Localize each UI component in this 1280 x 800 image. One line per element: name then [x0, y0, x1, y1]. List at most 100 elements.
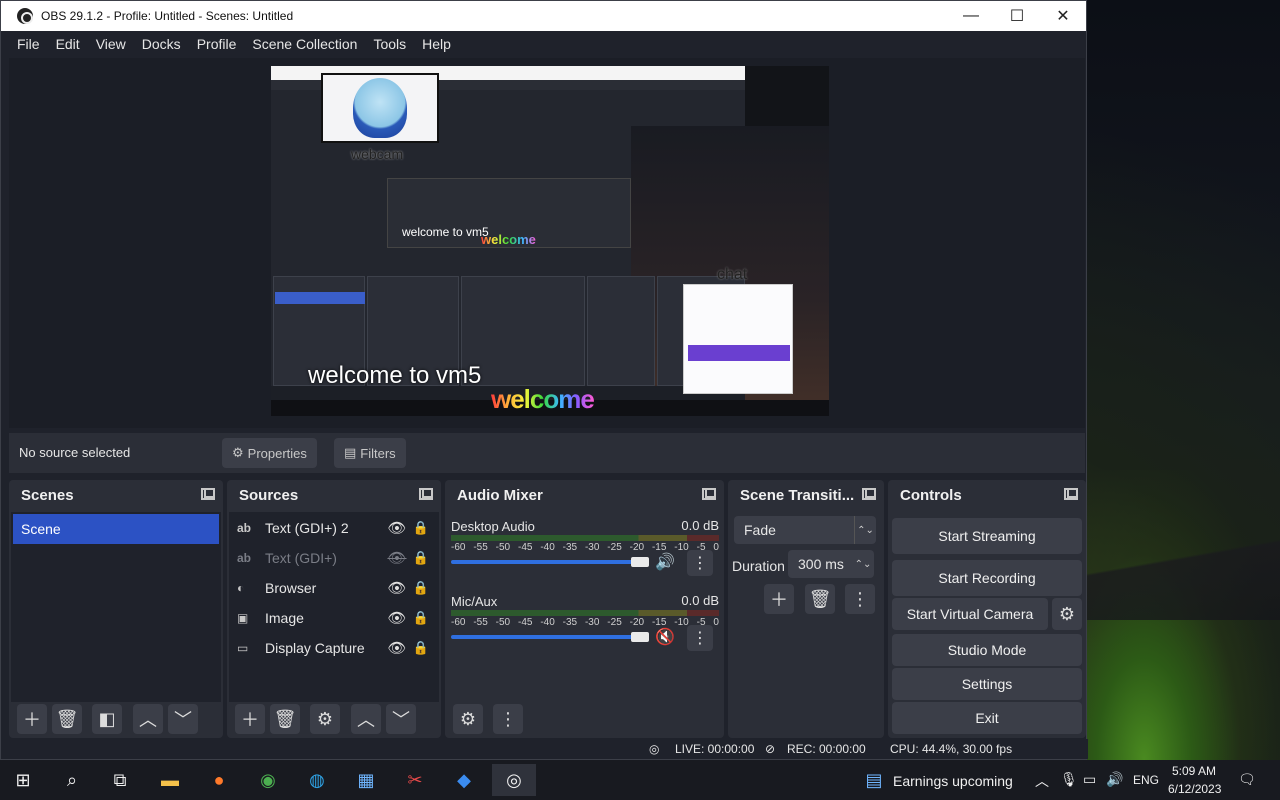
- volume-slider[interactable]: [451, 560, 649, 564]
- undock-icon[interactable]: [419, 488, 433, 500]
- clock-date[interactable]: 6/12/2023: [1168, 782, 1221, 796]
- remove-scene-button[interactable]: 🗑: [52, 704, 82, 734]
- menu-docks[interactable]: Docks: [134, 36, 189, 52]
- filters-button[interactable]: ▤ Filters: [334, 438, 406, 468]
- transition-select[interactable]: Fade ⌃⌄: [734, 516, 876, 544]
- rec-timer: REC: 00:00:00: [787, 742, 866, 756]
- close-button[interactable]: ✕: [1040, 1, 1086, 31]
- menu-scene-collection[interactable]: Scene Collection: [244, 36, 365, 52]
- taskbar: ⊞ ⌕ ⧉ ▬ ● ◉ ◍ ▦ ✂ ◆ ◎ ▤ Earnings upcomin…: [0, 760, 1280, 800]
- file-explorer-icon[interactable]: ▬: [153, 764, 187, 796]
- track-menu-button[interactable]: ⋮: [687, 550, 713, 576]
- microphone-icon[interactable]: 🎙: [1060, 771, 1078, 788]
- visibility-eye-icon[interactable]: 👁: [385, 519, 409, 537]
- clock-time[interactable]: 5:09 AM: [1172, 764, 1216, 778]
- news-icon[interactable]: ▤: [857, 764, 891, 796]
- visibility-hidden-icon[interactable]: 👁: [385, 549, 409, 567]
- lock-icon[interactable]: 🔒: [409, 550, 433, 566]
- menu-view[interactable]: View: [88, 36, 134, 52]
- lock-icon[interactable]: 🔒: [409, 520, 433, 536]
- windows-start-icon[interactable]: ⊞: [6, 764, 40, 796]
- mixer-toolbar: ⚙ ⋮: [445, 704, 724, 734]
- snipping-tool-icon[interactable]: ✂: [398, 764, 432, 796]
- start-virtual-camera-button[interactable]: Start Virtual Camera: [892, 598, 1048, 630]
- move-scene-up-button[interactable]: ︿: [133, 704, 163, 734]
- start-recording-button[interactable]: Start Recording: [892, 560, 1082, 596]
- source-row[interactable]: ab Text (GDI+) 2 👁 🔒: [237, 514, 433, 542]
- task-view-icon[interactable]: ⧉: [103, 764, 137, 796]
- maximize-button[interactable]: ☐: [994, 1, 1040, 31]
- scene-filters-button[interactable]: ◧: [92, 704, 122, 734]
- move-source-down-button[interactable]: ﹀: [386, 704, 416, 734]
- chat-caption: chat: [717, 266, 748, 283]
- source-properties-button[interactable]: ⚙: [310, 704, 340, 734]
- track-menu-button[interactable]: ⋮: [687, 625, 713, 651]
- chevron-up-icon[interactable]: ︿: [1035, 771, 1049, 791]
- source-row[interactable]: ab Text (GDI+) 👁 🔒: [237, 544, 433, 572]
- track-name: Mic/Aux: [451, 594, 498, 609]
- search-icon[interactable]: ⌕: [55, 764, 89, 796]
- menu-edit[interactable]: Edit: [48, 36, 88, 52]
- remove-source-button[interactable]: 🗑: [270, 704, 300, 734]
- sources-toolbar: ＋ 🗑 ⚙ ︿ ﹀: [227, 704, 441, 734]
- add-scene-button[interactable]: ＋: [17, 704, 47, 734]
- volume-slider-handle[interactable]: [631, 632, 649, 642]
- source-row[interactable]: ◐ Browser 👁 🔒: [237, 574, 433, 602]
- network-icon[interactable]: ▭: [1083, 771, 1096, 788]
- visibility-eye-icon[interactable]: 👁: [385, 579, 409, 597]
- volume-icon[interactable]: 🔊: [1106, 771, 1123, 788]
- menu-profile[interactable]: Profile: [189, 36, 245, 52]
- mixer-menu-button[interactable]: ⋮: [493, 704, 523, 734]
- undock-icon[interactable]: [862, 488, 876, 500]
- menu-help[interactable]: Help: [414, 36, 459, 52]
- filters-label: Filters: [360, 445, 396, 461]
- undock-icon[interactable]: [201, 488, 215, 500]
- source-name: Browser: [265, 580, 317, 596]
- firefox-icon[interactable]: ●: [202, 764, 236, 796]
- duration-spinbox[interactable]: 300 ms ⌃⌄: [788, 550, 874, 578]
- spin-arrows-icon[interactable]: ⌃⌄: [852, 550, 874, 578]
- program-preview[interactable]: webcam chat welcome to vm5 welcome welco…: [271, 66, 829, 416]
- notifications-icon[interactable]: 🗨: [1238, 771, 1256, 788]
- virtual-camera-settings-button[interactable]: ⚙: [1052, 598, 1082, 630]
- lock-icon[interactable]: 🔒: [409, 580, 433, 596]
- undock-icon[interactable]: [1064, 488, 1078, 500]
- settings-button[interactable]: Settings: [892, 668, 1082, 700]
- lock-icon[interactable]: 🔒: [409, 610, 433, 626]
- remove-transition-button[interactable]: 🗑: [805, 584, 835, 614]
- volume-slider[interactable]: [451, 635, 649, 639]
- source-row[interactable]: ▣ Image 👁 🔒: [237, 604, 433, 632]
- speaker-icon[interactable]: 🔊: [655, 552, 675, 572]
- advanced-audio-button[interactable]: ⚙: [453, 704, 483, 734]
- minimize-button[interactable]: —: [948, 1, 994, 31]
- move-source-up-button[interactable]: ︿: [351, 704, 381, 734]
- exit-button[interactable]: Exit: [892, 702, 1082, 734]
- store-icon[interactable]: ▦: [349, 764, 383, 796]
- add-transition-button[interactable]: ＋: [764, 584, 794, 614]
- language-indicator[interactable]: ENG: [1133, 773, 1159, 787]
- lock-icon[interactable]: 🔒: [409, 640, 433, 656]
- source-row[interactable]: ▭ Display Capture 👁 🔒: [237, 634, 433, 662]
- obs-taskbar-icon[interactable]: ◎: [492, 764, 536, 796]
- news-label[interactable]: Earnings upcoming: [893, 773, 1013, 789]
- scene-item[interactable]: Scene: [13, 514, 219, 544]
- properties-button[interactable]: ⚙ Properties: [222, 438, 317, 468]
- start-streaming-button[interactable]: Start Streaming: [892, 518, 1082, 554]
- volume-slider-handle[interactable]: [631, 557, 649, 567]
- transition-menu-button[interactable]: ⋮: [845, 584, 875, 614]
- nested-scene-selected: [275, 292, 365, 304]
- add-source-button[interactable]: ＋: [235, 704, 265, 734]
- edge-icon[interactable]: ◍: [300, 764, 334, 796]
- menu-file[interactable]: File: [9, 36, 48, 52]
- studio-mode-button[interactable]: Studio Mode: [892, 634, 1082, 666]
- app-icon[interactable]: ◆: [447, 764, 481, 796]
- chrome-icon[interactable]: ◉: [251, 764, 285, 796]
- visibility-eye-icon[interactable]: 👁: [385, 639, 409, 657]
- speaker-muted-icon[interactable]: 🔇: [655, 627, 675, 647]
- context-bar: No source selected ⚙ Properties ▤ Filter…: [9, 433, 1085, 473]
- move-scene-down-button[interactable]: ﹀: [168, 704, 198, 734]
- visibility-eye-icon[interactable]: 👁: [385, 609, 409, 627]
- transition-value: Fade: [744, 522, 776, 538]
- menu-tools[interactable]: Tools: [365, 36, 414, 52]
- undock-icon[interactable]: [702, 488, 716, 500]
